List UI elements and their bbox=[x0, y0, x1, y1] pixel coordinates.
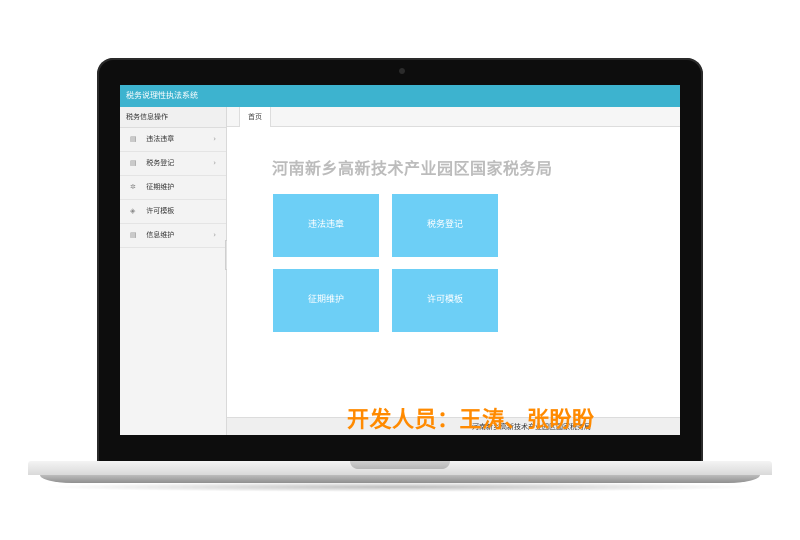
laptop-notch bbox=[350, 461, 450, 469]
laptop-shadow bbox=[40, 482, 760, 492]
tag-icon: ◈ bbox=[130, 207, 136, 215]
sidebar-item-label: 税务登记 bbox=[146, 159, 175, 167]
main-content: 河南新乡高新技术产业园区国家税务局 违法违章 税务登记 征期维护 许可模板 bbox=[227, 127, 680, 417]
developers-caption: 开发人员：王涛、张盼盼 bbox=[347, 408, 595, 433]
tile-license-template[interactable]: 许可模板 bbox=[392, 269, 498, 332]
sidebar-item-license-template[interactable]: ◈ 许可模板 bbox=[120, 200, 226, 224]
sidebar-item-label: 违法违章 bbox=[146, 135, 175, 143]
tile-violations[interactable]: 违法违章 bbox=[273, 194, 379, 257]
sidebar-item-tax-registration[interactable]: ▤ 税务登记 › bbox=[120, 152, 226, 176]
document-icon: ▤ bbox=[130, 231, 137, 239]
tab-home[interactable]: 首页 bbox=[239, 107, 271, 127]
document-icon: ▤ bbox=[130, 159, 137, 167]
webcam bbox=[399, 68, 405, 74]
chevron-right-icon: › bbox=[213, 135, 216, 143]
sidebar-header: 税务信息操作 bbox=[120, 107, 226, 128]
sidebar-item-info-maintenance[interactable]: ▤ 信息维护 › bbox=[120, 224, 226, 248]
tile-tax-registration[interactable]: 税务登记 bbox=[392, 194, 498, 257]
tile-period-maintenance[interactable]: 征期维护 bbox=[273, 269, 379, 332]
page-title: 河南新乡高新技术产业园区国家税务局 bbox=[272, 159, 553, 178]
gear-icon: ✲ bbox=[130, 183, 136, 191]
sidebar-item-label: 征期维护 bbox=[146, 183, 175, 191]
chevron-right-icon: › bbox=[213, 159, 216, 167]
sidebar-item-period-maintenance[interactable]: ✲ 征期维护 bbox=[120, 176, 226, 200]
tab-bar: 首页 bbox=[227, 107, 680, 127]
sidebar-item-violations[interactable]: ▤ 违法违章 › bbox=[120, 128, 226, 152]
sidebar: 税务信息操作 ▤ 违法违章 › ▤ 税务登记 › ✲ 征期维护 ◈ 许可模板 ▤… bbox=[120, 107, 227, 435]
sidebar-item-label: 许可模板 bbox=[146, 207, 175, 215]
document-icon: ▤ bbox=[130, 135, 137, 143]
app-title: 税务说理性执法系统 bbox=[120, 85, 680, 107]
chevron-right-icon: › bbox=[213, 231, 216, 239]
app-screen: 税务说理性执法系统 税务信息操作 ▤ 违法违章 › ▤ 税务登记 › ✲ 征期维… bbox=[120, 85, 680, 435]
sidebar-item-label: 信息维护 bbox=[146, 231, 175, 239]
laptop-base-bottom bbox=[40, 475, 760, 483]
